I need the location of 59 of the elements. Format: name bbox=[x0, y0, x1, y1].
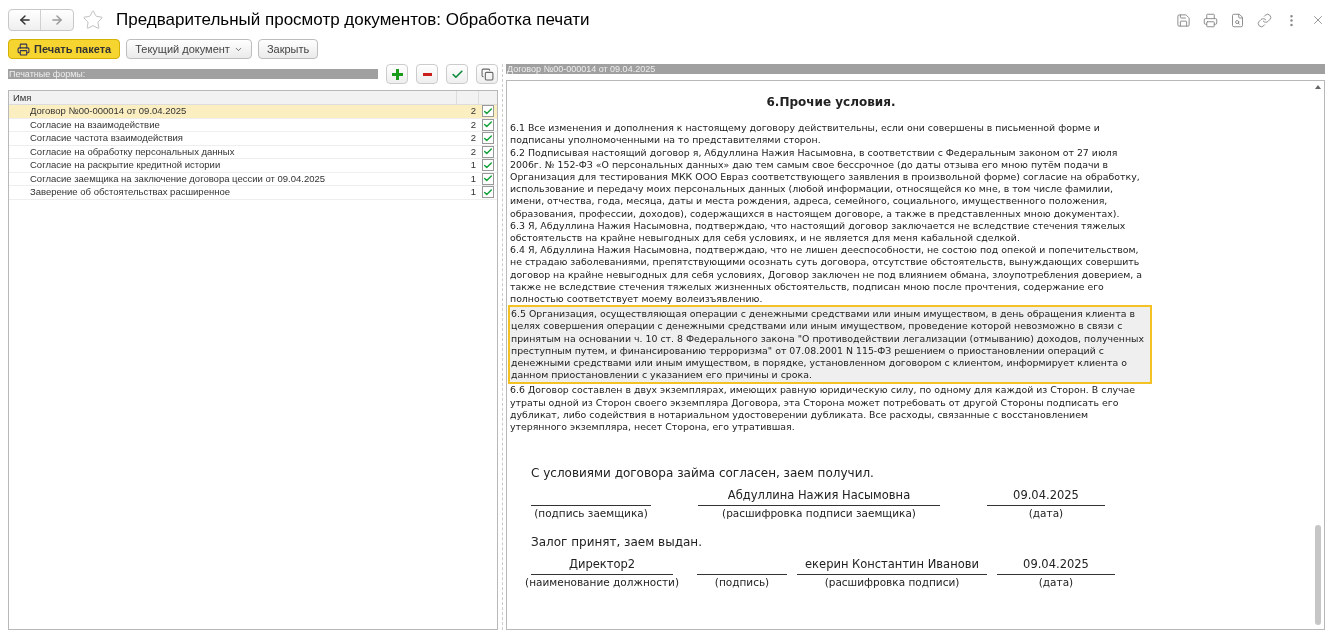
field-caption: (расшифровка подписи) bbox=[824, 575, 960, 589]
close-button[interactable]: Закрыть bbox=[257, 39, 319, 59]
field-caption: (подпись заемщика) bbox=[534, 507, 648, 520]
field-value: Абдуллина Нажия Насымовна bbox=[727, 488, 911, 503]
table-cell-text: Согласие на раскрытие кредитной истории bbox=[29, 158, 222, 173]
checkbox[interactable] bbox=[481, 132, 494, 145]
field-value: 09.04.2025 bbox=[1023, 556, 1089, 571]
scroll-up-icon[interactable] bbox=[1315, 85, 1321, 89]
statement-text: С условиями договора займа согласен, заем получил. bbox=[531, 467, 875, 480]
table-row[interactable]: Согласие частота взаимодействия 2 bbox=[9, 132, 497, 146]
table-cell-text: 2 bbox=[469, 117, 477, 132]
checkbox[interactable] bbox=[481, 159, 494, 172]
table-cell-text: Согласие на обработку персональных данных bbox=[29, 144, 236, 159]
paragraph: 6.1 Все изменения и дополнения к настоящему договору действительны, если они совершены в письменной форме и подписаны уполномоченными на то представителями сторон. 6.2 Подписывая настоящий договор я, Абдуллина Нажия Насымовна, в соответствии с Федеральным законом от 27 июля 2006г. № 152-ФЗ «О персональных данных» даю тем самым свое бессрочное (до даты отзыва его мною путём подачи в Организация для тестирования МКК ООО Евраз соответствующего заявления в произвольной форме) согласие на обработку, использование и передачу моих персональных данных (любой информации, относящейся ко мне, в том числе фамилии, имени, отчества, года, месяца, даты и места рождения, адреса, семейного, социального, имущественного положения, образования, профессии, доходов), содержащихся в настоящем договоре, а также в представленных мною документах). 6.3 Я, Абдуллина Нажия Насымовна, подтверждаю, что настоящий договор заключается не вследствие стечения тяжелых обстоятельств на крайне невыгодных для себя условиях, и не является для меня кабальной сделкой. 6.4 Я, Абдуллина Нажия Насымовна, подтверждаю, что не лишен дееспособности, не состою под опекой и попечительством, не страдаю заболеваниями, препятствующими осознать суть договора, отсутствие обстоятельств, вынуждающих совершить договор на крайне невыгодных для себя условиях, Договор заключен не под влиянием обмана, злоупотребления доверием, а также не вследствие стечения тяжелых жизненных обстоятельств, подписан мною после прочтения, содержание его полностью соответствует моему волеизъявлению. bbox=[510, 122, 1142, 306]
check-all-icon[interactable] bbox=[446, 64, 468, 84]
copy-icon[interactable] bbox=[476, 64, 498, 84]
panel-header: Печатные формы: bbox=[8, 69, 378, 79]
table-cell-text: Договор №00-000014 от 09.04.2025 bbox=[29, 104, 188, 119]
add-icon[interactable] bbox=[386, 64, 408, 84]
checkbox[interactable] bbox=[481, 105, 494, 118]
paragraph: 6.6 Договор составлен в двух экземплярах, имеющих равную юридическую силу, по одному для каждой из Сторон. В случае утраты одной из Сторон своего экземпляра Договора, эта Сторона может потребовать от другой Стороны подписать его дубликат, либо содействия в нотариальном удостоверении дубликата. Все расходы, связанные с восстановлением утерянного экземпляра, несет Сторона, его утратившая. bbox=[510, 384, 1135, 434]
statement-text: Залог принят, заем выдан. bbox=[531, 535, 703, 548]
print-icon[interactable] bbox=[1203, 12, 1218, 28]
window-title: Предварительный просмотр документов: Обработка печати bbox=[116, 9, 590, 32]
checkbox[interactable] bbox=[481, 186, 494, 199]
plus-icon bbox=[391, 68, 403, 80]
field-caption: (дата) bbox=[1038, 575, 1074, 589]
printer-icon bbox=[17, 42, 30, 56]
dropdown-button[interactable]: Текущий документ bbox=[126, 39, 252, 59]
table-cell-text: 1 bbox=[469, 158, 477, 173]
panel-header: Договор №00-000014 от 09.04.2025 bbox=[506, 64, 1325, 74]
table-row[interactable]: Договор №00-000014 от 09.04.2025 2 bbox=[9, 105, 497, 119]
table-cell-text: Согласие на взаимодействие bbox=[29, 117, 161, 132]
table-row[interactable]: Заверение об обстоятельствах расширенное 1 bbox=[9, 186, 497, 200]
table-cell-text: Согласие частота взаимодействия bbox=[29, 131, 184, 146]
table-cell-text: 2 bbox=[469, 144, 477, 159]
star-icon[interactable] bbox=[82, 9, 104, 31]
remove-icon[interactable] bbox=[416, 64, 438, 84]
field-caption: (наименование должности) bbox=[525, 575, 679, 589]
table-cell-text: Заверение об обстоятельствах расширенное bbox=[29, 185, 231, 200]
section-heading: 6.Прочие условия. bbox=[765, 96, 897, 109]
highlighted-paragraph: 6.5 Организация, осуществляющая операции с денежными средствами или иным имуществом, в день обращения клиента в целях совершения операции с денежными средствами или иным имуществом, проведение которой невозможно в связи с принятым на основании ч. 10 ст. 8 Федерального закона "О противодействии легализации (отмыванию) доходов, полученных преступным путем, и финансированию терроризма" от 07.08.2001 N 115-ФЗ решением о приостановлении операций с денежными средствами или иным имуществом, в порядке, установленном договором с клиентом, информирует клиента о данном приостановлении с указанием его причины и срока. bbox=[508, 305, 1152, 385]
table-cell-text: 1 bbox=[469, 171, 477, 186]
field-value: 09.04.2025 bbox=[1013, 488, 1079, 503]
save-icon[interactable] bbox=[1176, 12, 1191, 28]
table-cell-text: Согласие заемщика на заключение договора цессии от 09.04.2025 bbox=[29, 171, 327, 186]
table-cell-text: 2 bbox=[469, 104, 477, 119]
field-value: екерин Константин Иванови bbox=[805, 556, 979, 571]
field-value: Директор2 bbox=[568, 556, 636, 571]
field-caption: (подпись) bbox=[714, 575, 770, 589]
table-cell-text: 2 bbox=[469, 131, 477, 146]
link-icon[interactable] bbox=[1257, 12, 1272, 28]
field-caption: (дата) bbox=[1028, 507, 1064, 520]
close-icon[interactable] bbox=[1311, 13, 1325, 27]
preview-icon[interactable] bbox=[1230, 12, 1245, 28]
field-caption: (расшифровка подписи заемщика) bbox=[722, 507, 916, 520]
table-cell-text: 1 bbox=[469, 185, 477, 200]
print-package-button[interactable]: Печать пакета bbox=[8, 39, 121, 59]
table-row[interactable]: Согласие на раскрытие кредитной истории 1 bbox=[9, 159, 497, 173]
